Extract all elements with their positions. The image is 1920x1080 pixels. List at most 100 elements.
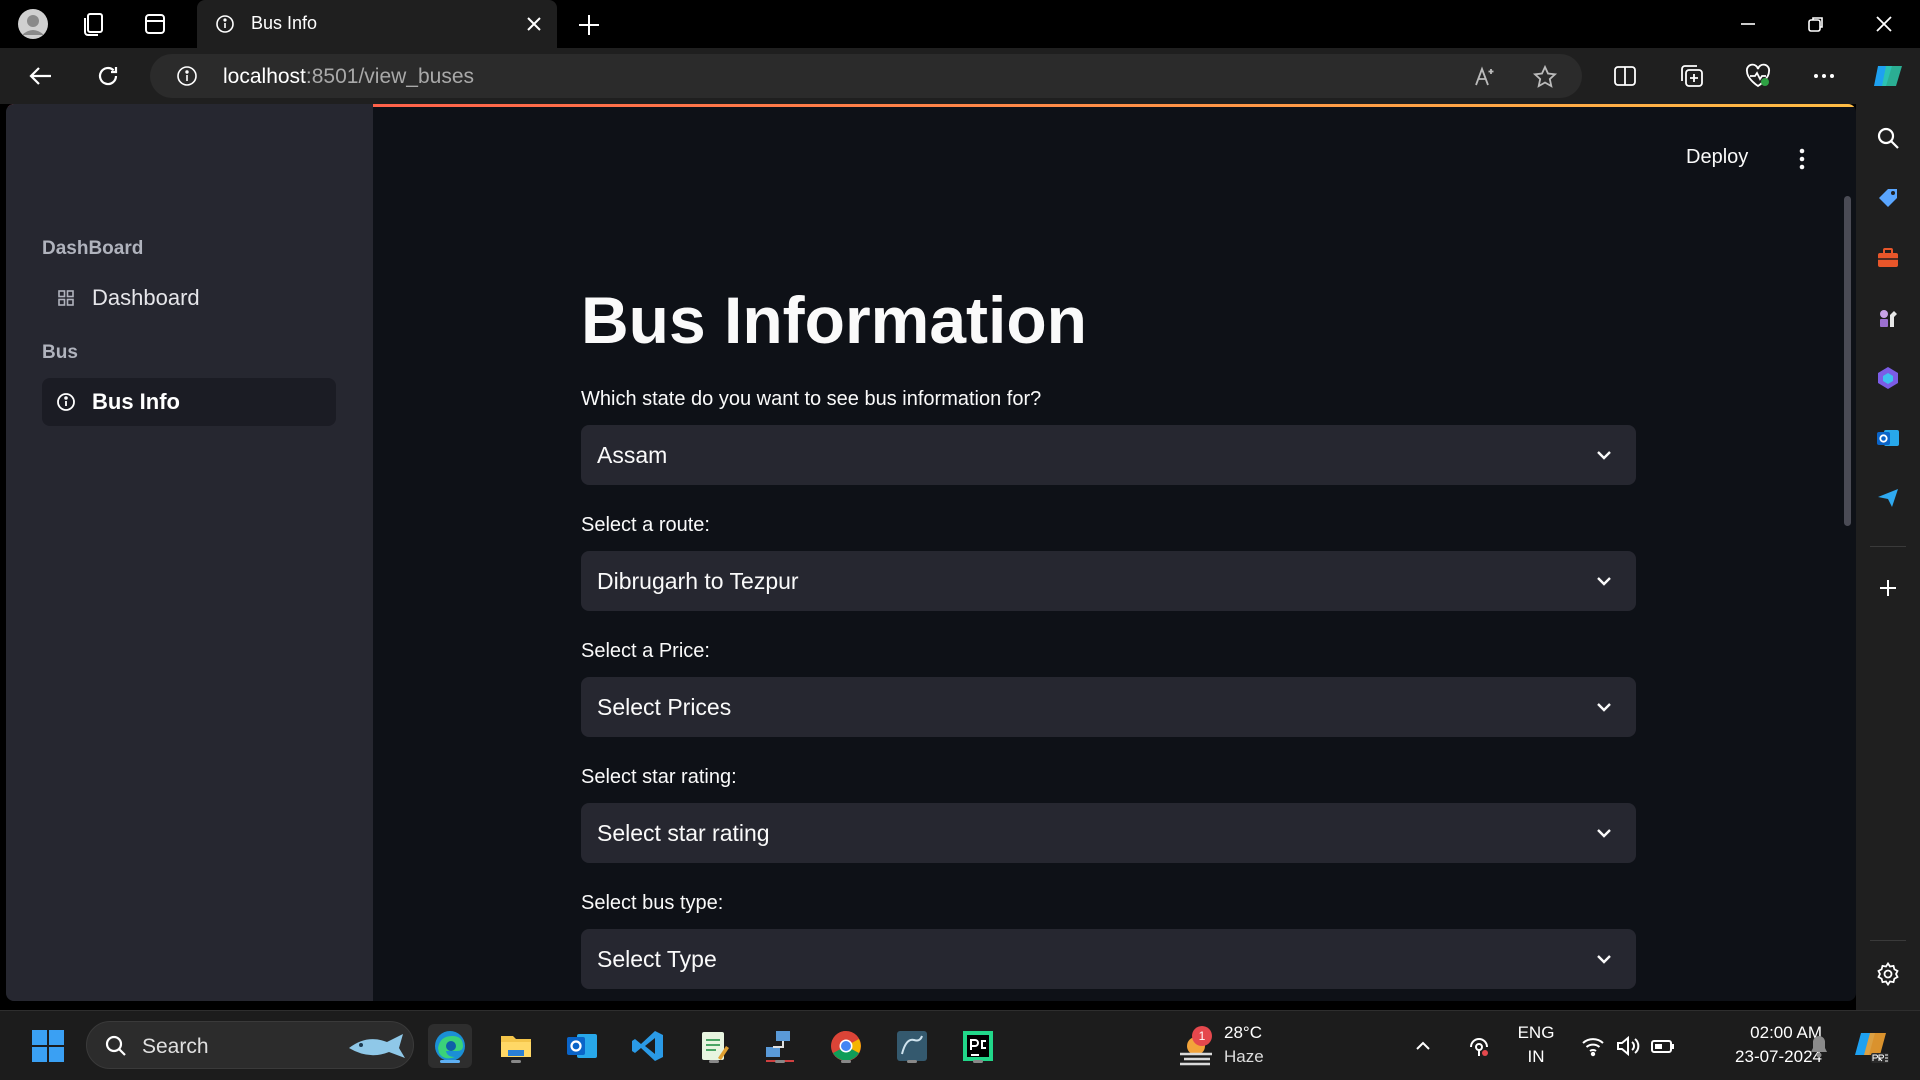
chrome-icon[interactable] (824, 1024, 868, 1068)
state-select-label: Which state do you want to see bus infor… (581, 388, 1042, 410)
url-text[interactable]: localhost:8501/view_buses (223, 65, 474, 89)
chevron-down-icon (1591, 568, 1617, 594)
profile-avatar-icon[interactable] (18, 9, 48, 39)
taskbar-search[interactable]: Search (86, 1021, 414, 1069)
sidebar-item-dashboard[interactable]: Dashboard (42, 274, 336, 322)
sidebar-item-label: Bus Info (92, 389, 180, 414)
new-tab-icon[interactable] (574, 10, 604, 40)
clock-date: 23-07-2024 (1735, 1047, 1822, 1066)
minimize-icon[interactable] (1730, 8, 1766, 40)
search-icon (103, 1033, 129, 1064)
rating-select[interactable]: Select star rating (581, 803, 1636, 863)
sidebar-item-bus-info[interactable]: Bus Info (42, 378, 336, 426)
app-sidebar: DashBoard Dashboard Bus Bus Info (6, 104, 373, 1001)
rating-select-value: Select star rating (597, 820, 770, 846)
price-select[interactable]: Select Prices (581, 677, 1636, 737)
edge-app-icon[interactable] (428, 1024, 472, 1068)
weather-widget[interactable]: 1 28°C Haze (1176, 1018, 1316, 1074)
notepad-app-icon[interactable] (692, 1024, 736, 1068)
file-explorer-icon[interactable] (494, 1024, 538, 1068)
chevron-down-icon (1591, 442, 1617, 468)
sidebar-separator-bottom (1870, 940, 1906, 941)
notification-bell-icon[interactable] (1804, 1024, 1834, 1068)
copilot-taskbar-icon[interactable] (1850, 1024, 1894, 1068)
tools-briefcase-icon[interactable] (1874, 244, 1902, 272)
route-select[interactable]: Dibrugarh to Tezpur (581, 551, 1636, 611)
search-icon[interactable] (1874, 124, 1902, 152)
state-select[interactable]: Assam (581, 425, 1636, 485)
search-highlight-icon (347, 1028, 407, 1069)
volume-icon[interactable] (1612, 1024, 1642, 1068)
reload-icon[interactable] (93, 61, 123, 91)
battery-icon[interactable] (1648, 1024, 1678, 1068)
chevron-up-icon[interactable] (1408, 1024, 1438, 1068)
url-path: :8501/view_buses (305, 65, 475, 88)
running-indicator (841, 1060, 851, 1063)
windows-start-icon[interactable] (26, 1024, 70, 1068)
tab-actions-icon[interactable] (140, 9, 170, 39)
outlook-icon[interactable] (1874, 424, 1902, 452)
browser-essentials-icon[interactable] (1744, 62, 1772, 90)
deploy-button[interactable]: Deploy (1686, 146, 1748, 169)
language-line-2: IN (1527, 1047, 1545, 1066)
restore-icon[interactable] (1798, 8, 1834, 40)
clock-time[interactable]: 02:00 AM (1692, 1023, 1822, 1043)
price-select-label: Select a Price: (581, 640, 710, 662)
bus-type-select-label: Select bus type: (581, 892, 724, 914)
wifi-icon[interactable] (1578, 1024, 1608, 1068)
vscode-icon[interactable] (626, 1024, 670, 1068)
collections-icon[interactable] (1678, 62, 1706, 90)
add-icon[interactable] (1874, 574, 1902, 602)
mysql-workbench-icon[interactable] (890, 1024, 934, 1068)
copilot-icon[interactable] (1870, 58, 1906, 94)
browser-tab[interactable]: Bus Info (197, 0, 557, 48)
pycharm-icon[interactable] (956, 1024, 1000, 1068)
settings-gear-icon[interactable] (1874, 960, 1902, 988)
location-pin-icon[interactable] (1464, 1024, 1494, 1068)
send-icon[interactable] (1874, 484, 1902, 512)
workspaces-icon[interactable] (78, 9, 108, 39)
taskbar: Search 1 28°C Haze ENG IN 02:00 AM 23-07… (0, 1010, 1920, 1080)
chevron-down-icon (1591, 820, 1617, 846)
weather-desc: Haze (1224, 1047, 1264, 1066)
outlook-app-icon[interactable] (560, 1024, 604, 1068)
close-window-icon[interactable] (1866, 8, 1902, 40)
address-bar[interactable]: localhost:8501/view_buses (150, 54, 1582, 98)
weather-temp: 28°C (1224, 1023, 1262, 1042)
chevron-down-icon (1591, 694, 1617, 720)
games-chess-icon[interactable] (1874, 304, 1902, 332)
network-tool-icon[interactable] (758, 1024, 802, 1068)
read-aloud-icon[interactable] (1472, 64, 1498, 90)
running-indicator (775, 1060, 785, 1063)
nav-section-dashboard: DashBoard (42, 238, 144, 259)
route-select-value: Dibrugarh to Tezpur (597, 568, 799, 594)
shopping-tag-icon[interactable] (1874, 184, 1902, 212)
running-indicator (511, 1060, 521, 1063)
dashboard-icon (56, 288, 76, 308)
running-indicator (907, 1060, 917, 1063)
sidebar-separator (1870, 546, 1906, 547)
close-tab-icon[interactable] (523, 13, 545, 35)
main-menu-icon[interactable] (1790, 146, 1814, 172)
bus-type-select[interactable]: Select Type (581, 929, 1636, 989)
chevron-down-icon (1591, 946, 1617, 972)
running-indicator (973, 1060, 983, 1063)
favorite-star-icon[interactable] (1532, 64, 1558, 90)
microsoft365-icon[interactable] (1874, 364, 1902, 392)
back-icon[interactable] (26, 61, 56, 91)
bus-type-select-value: Select Type (597, 946, 717, 972)
search-label: Search (142, 1035, 209, 1058)
price-select-value: Select Prices (597, 694, 732, 720)
site-info-icon[interactable] (176, 65, 198, 87)
browser-toolbar: localhost:8501/view_buses (0, 48, 1920, 104)
page-scrollbar[interactable] (1844, 196, 1851, 526)
browser-title-bar: Bus Info (0, 0, 1920, 48)
tab-title: Bus Info (251, 13, 318, 33)
language-line-1[interactable]: ENG (1510, 1023, 1562, 1043)
weather-badge: 1 (1192, 1026, 1212, 1046)
split-screen-icon[interactable] (1611, 62, 1639, 90)
rating-select-label: Select star rating: (581, 766, 737, 788)
nav-section-bus: Bus (42, 342, 78, 363)
more-options-icon[interactable] (1810, 62, 1838, 90)
running-indicator (440, 1060, 460, 1063)
